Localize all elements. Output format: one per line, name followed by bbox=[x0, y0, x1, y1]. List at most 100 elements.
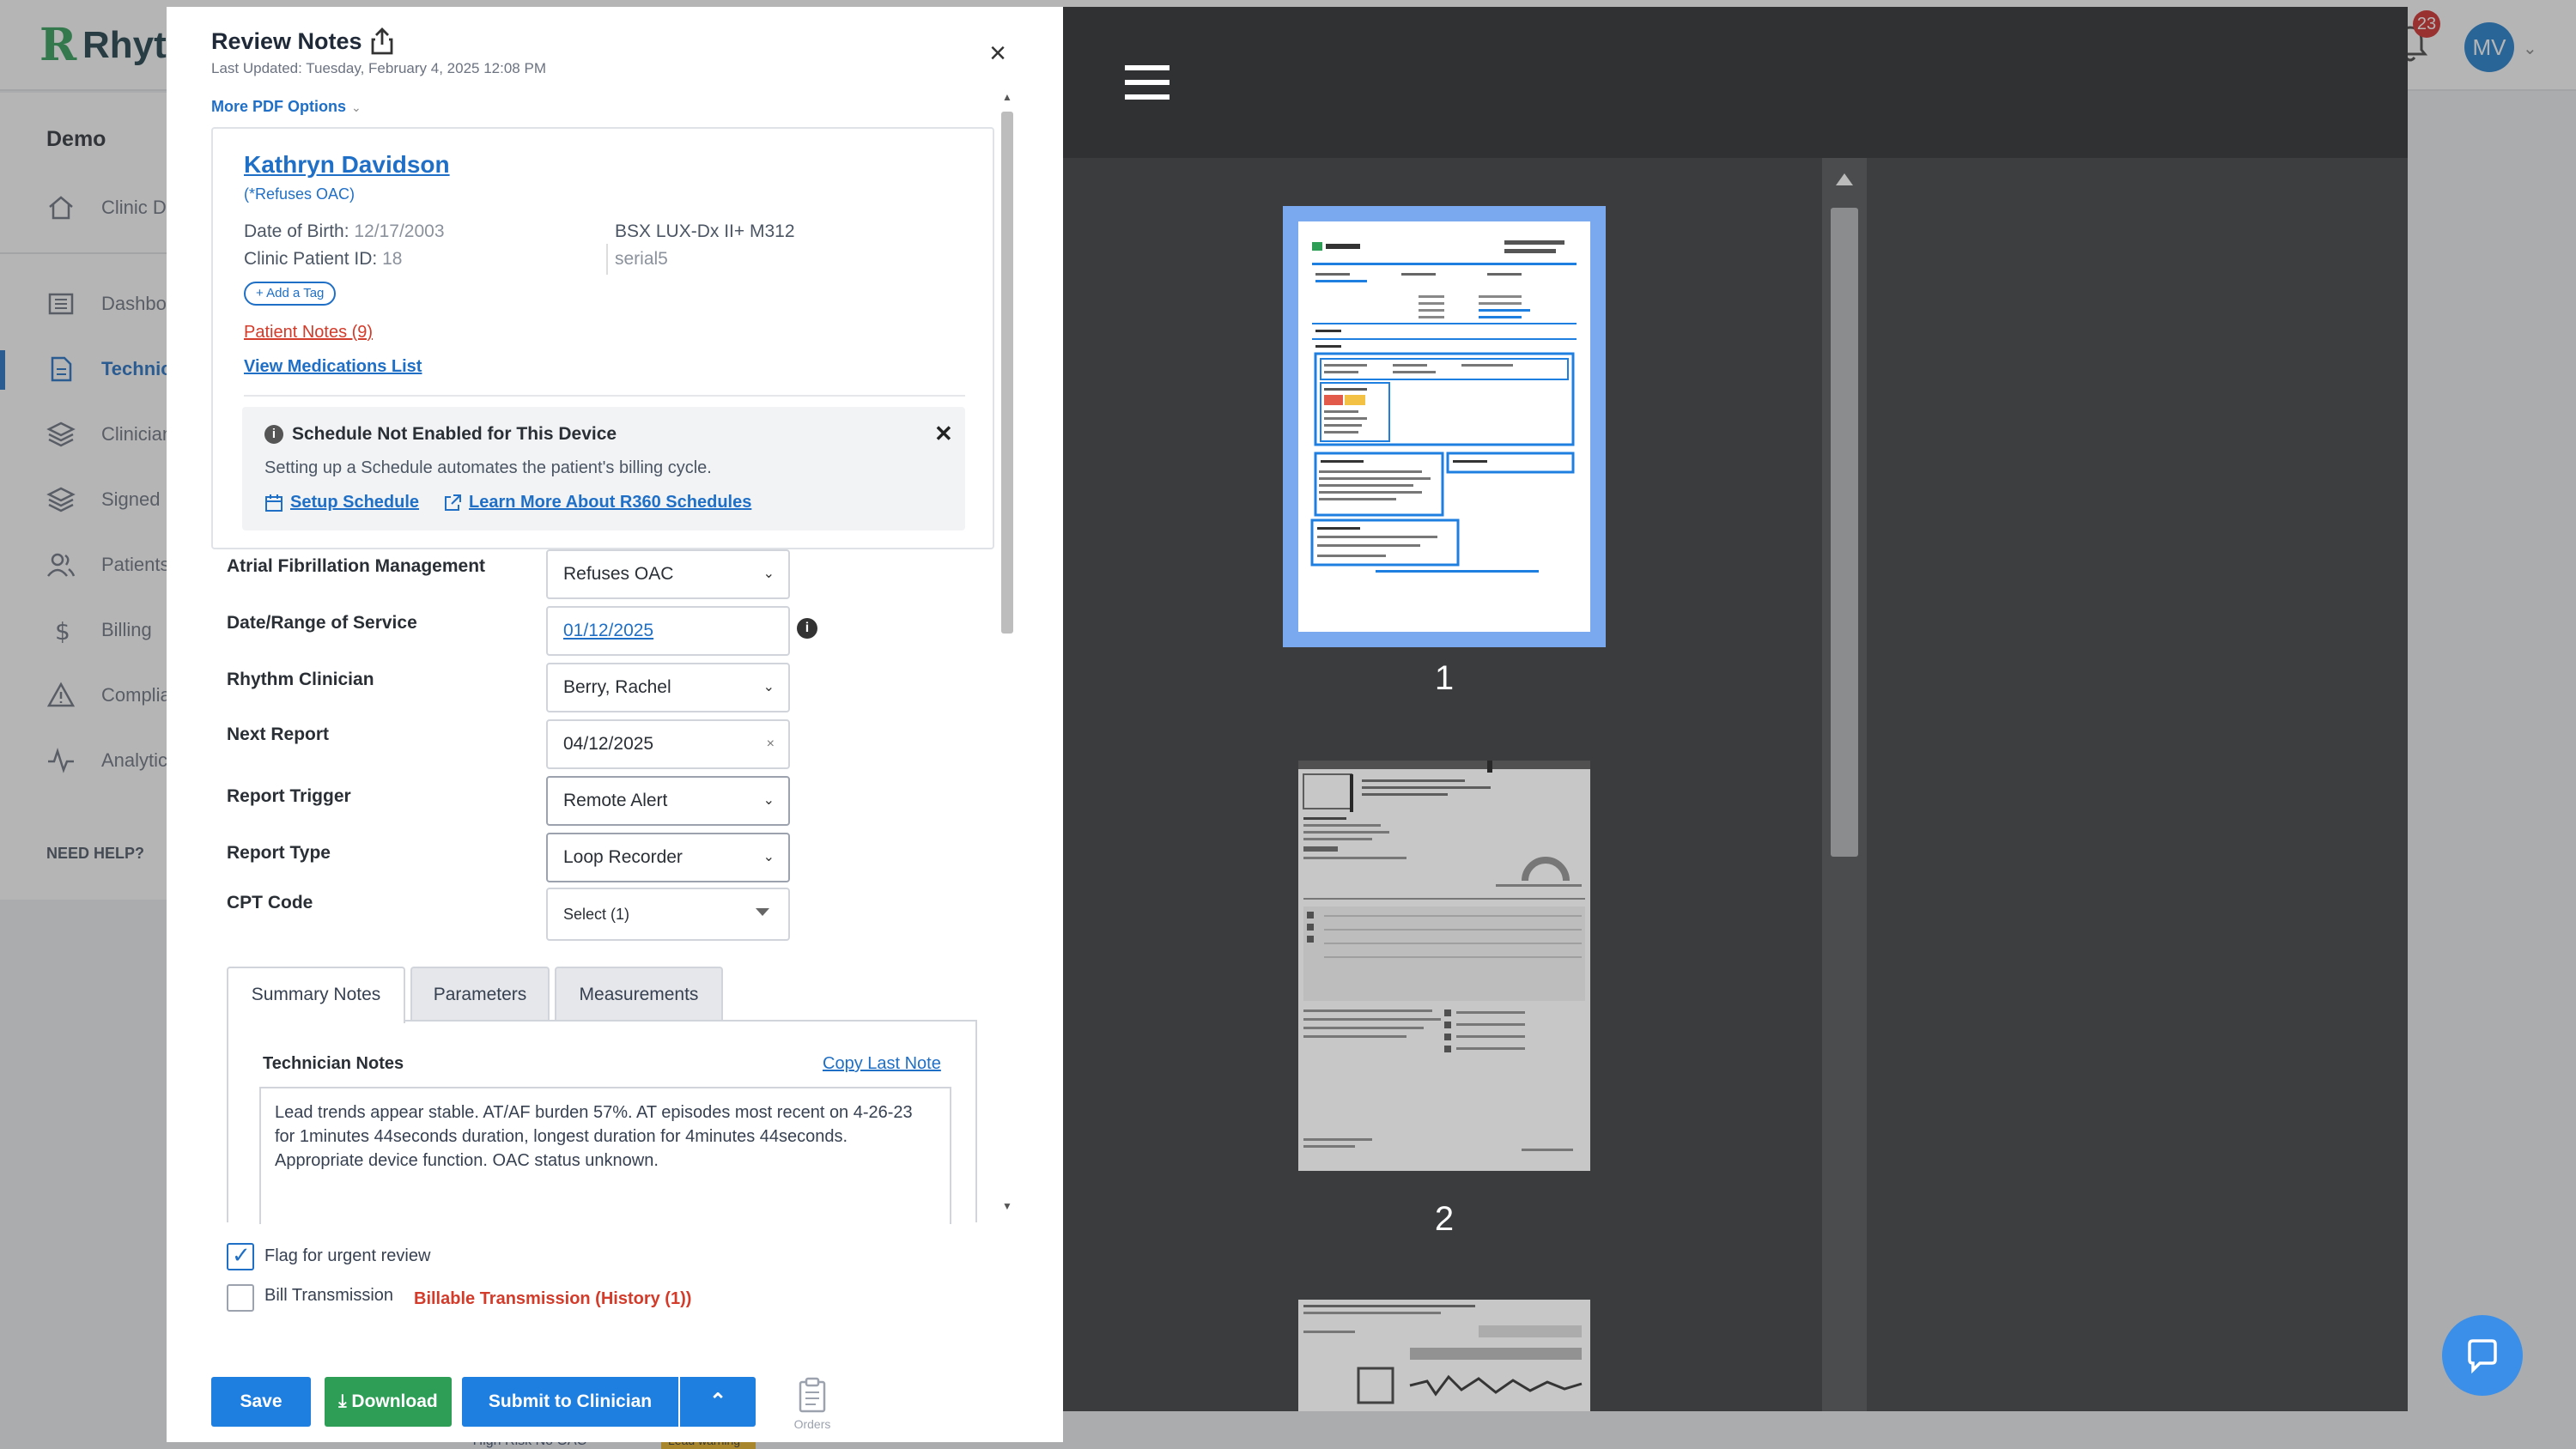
date-of-service-label: Date/Range of Service bbox=[227, 613, 417, 633]
pdf-canvas-area bbox=[1867, 158, 2408, 1411]
dob-row: Date of Birth: 12/17/2003 bbox=[244, 221, 445, 242]
clinic-id-label: Clinic Patient ID: bbox=[244, 249, 378, 269]
submit-to-clinician-button[interactable]: Submit to Clinician bbox=[462, 1377, 678, 1427]
page-number-1: 1 bbox=[1434, 659, 1455, 697]
afib-management-value: Refuses OAC bbox=[563, 564, 674, 584]
more-pdf-options-label: More PDF Options bbox=[211, 98, 346, 115]
close-icon[interactable]: ✕ bbox=[934, 421, 953, 447]
submit-options-button[interactable]: ⌃ bbox=[680, 1377, 756, 1427]
schedule-title-text: Schedule Not Enabled for This Device bbox=[292, 424, 617, 444]
pdf-toolbar bbox=[1063, 7, 2408, 158]
cpt-code-select[interactable]: Select (1) bbox=[546, 888, 790, 941]
orders-label: Orders bbox=[793, 1417, 831, 1431]
rhythm-clinician-label: Rhythm Clinician bbox=[227, 670, 374, 689]
review-notes-panel: Review Notes Last Updated: Tuesday, Febr… bbox=[167, 7, 1063, 1442]
scroll-up-icon[interactable]: ▲ bbox=[998, 91, 1017, 110]
chevron-up-icon: ⌃ bbox=[708, 1390, 727, 1413]
rhythm-clinician-select[interactable]: Berry, Rachel ⌄ bbox=[546, 663, 790, 712]
panel-scrollbar[interactable]: ▲ ▼ bbox=[998, 91, 1017, 1224]
scrollbar-thumb[interactable] bbox=[1001, 112, 1013, 634]
view-medications-link[interactable]: View Medications List bbox=[244, 357, 422, 377]
download-button[interactable]: ⤓ Download bbox=[325, 1377, 452, 1427]
report-trigger-value: Remote Alert bbox=[563, 791, 668, 810]
scrollbar-thumb[interactable] bbox=[1831, 208, 1858, 857]
chevron-down-icon: ⌄ bbox=[762, 850, 775, 864]
dob-value: 12/17/2003 bbox=[354, 221, 445, 241]
date-of-service-input[interactable]: 01/12/2025 bbox=[546, 606, 790, 656]
support-chat-button[interactable] bbox=[2442, 1315, 2523, 1396]
tab-summary-notes[interactable]: Summary Notes bbox=[227, 967, 405, 1023]
afib-management-select[interactable]: Refuses OAC ⌄ bbox=[546, 549, 790, 599]
share-icon[interactable] bbox=[368, 26, 397, 57]
patient-card: Kathryn Davidson (*Refuses OAC) Date of … bbox=[211, 127, 994, 549]
urgent-review-checkbox[interactable] bbox=[227, 1243, 254, 1270]
afib-management-label: Atrial Fibrillation Management bbox=[227, 556, 486, 576]
copy-last-note-link[interactable]: Copy Last Note bbox=[823, 1054, 941, 1074]
clipboard-icon bbox=[799, 1377, 826, 1413]
page-1-thumbnail[interactable] bbox=[1298, 221, 1590, 632]
patient-status: (*Refuses OAC) bbox=[244, 185, 355, 203]
next-report-value: 04/12/2025 bbox=[563, 734, 654, 754]
pdf-viewer: 1 2 bbox=[1063, 7, 2408, 1411]
chevron-down-icon: ⌄ bbox=[762, 680, 775, 694]
report-type-value: Loop Recorder bbox=[563, 847, 683, 867]
panel-title: Review Notes bbox=[211, 26, 397, 57]
chat-icon bbox=[2468, 1339, 2497, 1373]
info-icon: i bbox=[264, 425, 283, 444]
next-report-input[interactable]: 04/12/2025 × bbox=[546, 719, 790, 769]
last-updated-text: Last Updated: Tuesday, February 4, 2025 … bbox=[211, 60, 546, 76]
thumbnail-scrollbar[interactable] bbox=[1822, 158, 1867, 1411]
device-divider bbox=[606, 244, 608, 275]
triangle-down-icon bbox=[756, 908, 769, 916]
clinic-id-value: 18 bbox=[382, 249, 403, 269]
technician-notes-textarea[interactable]: Lead trends appear stable. AT/AF burden … bbox=[259, 1087, 951, 1224]
add-tag-button[interactable]: + Add a Tag bbox=[244, 282, 337, 306]
info-icon[interactable]: i bbox=[797, 618, 817, 639]
clinic-id-row: Clinic Patient ID: 18 bbox=[244, 249, 402, 270]
urgent-review-label: Flag for urgent review bbox=[264, 1246, 431, 1265]
bill-transmission-checkbox[interactable] bbox=[227, 1284, 254, 1312]
patient-name-link[interactable]: Kathryn Davidson bbox=[244, 151, 450, 179]
clear-icon[interactable]: × bbox=[767, 721, 775, 767]
tab-measurements[interactable]: Measurements bbox=[555, 967, 723, 1022]
scroll-down-icon[interactable]: ▼ bbox=[998, 1200, 1017, 1219]
panel-title-text: Review Notes bbox=[211, 27, 362, 54]
technician-notes-label: Technician Notes bbox=[263, 1054, 404, 1073]
report-type-select[interactable]: Loop Recorder ⌄ bbox=[546, 833, 790, 882]
setup-schedule-label: Setup Schedule bbox=[290, 493, 420, 512]
more-pdf-options-link[interactable]: More PDF Options ⌄ bbox=[211, 98, 361, 116]
chevron-down-icon: ⌄ bbox=[351, 100, 361, 114]
scroll-up-icon[interactable] bbox=[1836, 173, 1853, 185]
calendar-icon bbox=[265, 494, 283, 512]
schedule-alert-text: Setting up a Schedule automates the pati… bbox=[264, 458, 712, 477]
cpt-code-label: CPT Code bbox=[227, 893, 313, 912]
report-trigger-label: Report Trigger bbox=[227, 786, 351, 806]
device-name: BSX LUX-Dx II+ M312 bbox=[615, 221, 795, 241]
schedule-alert: i Schedule Not Enabled for This Device ✕… bbox=[242, 407, 965, 530]
summary-notes-panel: Technician Notes Copy Last Note Lead tre… bbox=[227, 1020, 977, 1224]
report-trigger-select[interactable]: Remote Alert ⌄ bbox=[546, 776, 790, 826]
menu-icon[interactable] bbox=[1125, 65, 1170, 100]
orders-button[interactable]: Orders bbox=[788, 1377, 836, 1432]
page-3-thumbnail[interactable] bbox=[1298, 1300, 1590, 1411]
next-report-label: Next Report bbox=[227, 724, 330, 744]
bill-transmission-label: Bill Transmission bbox=[264, 1286, 394, 1305]
tab-parameters[interactable]: Parameters bbox=[410, 967, 550, 1022]
learn-more-schedules-link[interactable]: Learn More About R360 Schedules bbox=[443, 493, 751, 512]
save-button[interactable]: Save bbox=[211, 1377, 311, 1427]
page-number-2: 2 bbox=[1434, 1200, 1455, 1238]
dob-label: Date of Birth: bbox=[244, 221, 349, 241]
patient-notes-link[interactable]: Patient Notes (9) bbox=[244, 323, 373, 343]
setup-schedule-link[interactable]: Setup Schedule bbox=[264, 493, 419, 512]
cpt-code-value: Select (1) bbox=[563, 906, 630, 923]
download-icon: ⤓ bbox=[338, 1391, 347, 1411]
page-2-thumbnail[interactable] bbox=[1298, 761, 1590, 1171]
learn-more-label: Learn More About R360 Schedules bbox=[469, 493, 752, 512]
billable-history-link[interactable]: Billable Transmission (History (1)) bbox=[414, 1289, 691, 1309]
card-divider bbox=[244, 395, 965, 397]
chevron-down-icon: ⌄ bbox=[762, 567, 775, 581]
download-label: Download bbox=[351, 1391, 438, 1411]
rhythm-clinician-value: Berry, Rachel bbox=[563, 677, 671, 697]
close-icon[interactable]: × bbox=[981, 36, 1015, 70]
report-type-label: Report Type bbox=[227, 843, 331, 863]
